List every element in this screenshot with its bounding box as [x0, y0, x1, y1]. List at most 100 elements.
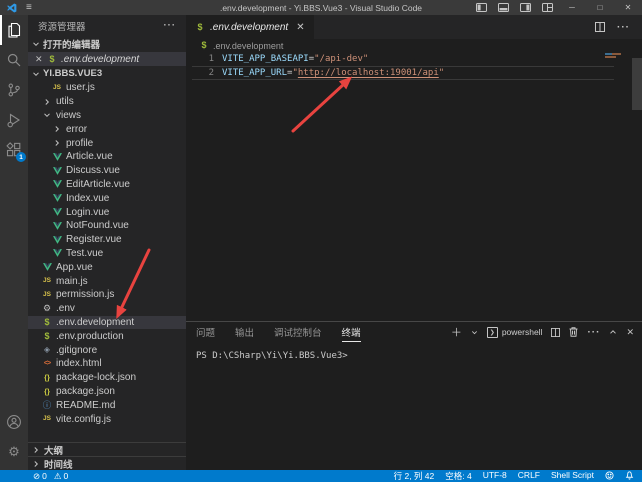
notifications-bell-icon[interactable] [625, 470, 634, 482]
tree-item-editarticle-vue[interactable]: EditArticle.vue [28, 178, 186, 192]
close-icon[interactable]: ✕ [35, 54, 43, 65]
explorer-more-icon[interactable]: ··· [164, 20, 177, 31]
tree-item-readme-md[interactable]: ⓘREADME.md [28, 398, 186, 412]
tree-item-index-html[interactable]: <>index.html [28, 357, 186, 371]
tree-item-label: Login.vue [66, 207, 109, 218]
tree-item-article-vue[interactable]: Article.vue [28, 150, 186, 164]
tree-item-views[interactable]: views [28, 109, 186, 123]
status-item-2-42[interactable]: 行 2, 列 42 [394, 470, 435, 482]
panel-tab-[interactable]: 终端 [342, 322, 361, 342]
editor-scrollbar[interactable] [632, 58, 642, 110]
tree-item-env-development[interactable]: $.env.development [28, 316, 186, 330]
timeline-section-header[interactable]: 时间线 [28, 456, 186, 470]
feedback-icon[interactable] [605, 471, 614, 482]
tree-item-user-js[interactable]: JSuser.js [28, 81, 186, 95]
tree-item-test-vue[interactable]: Test.vue [28, 247, 186, 261]
line-number: 1 [186, 54, 222, 64]
tree-item-gitignore[interactable]: ◈.gitignore [28, 343, 186, 357]
extensions-icon[interactable]: 1 [0, 135, 28, 165]
vue-icon [52, 222, 62, 230]
source-control-icon[interactable] [0, 75, 28, 105]
customize-layout-icon[interactable] [536, 0, 558, 15]
tree-item-utils[interactable]: utils [28, 95, 186, 109]
tree-item-profile[interactable]: profile [28, 136, 186, 150]
project-root-header[interactable]: YI.BBS.VUE3 [28, 66, 186, 81]
tree-item-label: package.json [56, 386, 115, 397]
panel-tab-[interactable]: 输出 [235, 322, 254, 342]
maximize-button[interactable]: □ [586, 0, 614, 15]
minimize-button[interactable]: ─ [558, 0, 586, 15]
panel-tabs-container: 问题输出调试控制台终端 [186, 322, 371, 342]
kill-terminal-trash-icon[interactable] [569, 327, 578, 337]
status-item-4[interactable]: 空格: 4 [445, 470, 471, 482]
tree-item-label: package-lock.json [56, 372, 136, 383]
tab-env-development[interactable]: $ .env.development ✕ [186, 15, 314, 39]
terminal-instance-powershell[interactable]: ❯ powershell [487, 327, 543, 338]
editor-more-actions-icon[interactable]: ··· [617, 22, 630, 33]
tree-item-login-vue[interactable]: Login.vue [28, 205, 186, 219]
chevron-right-icon [31, 446, 41, 454]
vscode-window: ≡ .env.development - Yi.BBS.Vue3 - Visua… [0, 0, 642, 482]
open-editor-item[interactable]: ✕ $ .env.development [28, 52, 186, 66]
split-editor-icon[interactable] [595, 22, 605, 32]
code-lines: 1VITE_APP_BASEAPI="/api-dev"2VITE_APP_UR… [186, 52, 642, 80]
status-item-crlf[interactable]: CRLF [518, 470, 540, 482]
minimap[interactable] [605, 52, 629, 92]
code-line-1[interactable]: 1VITE_APP_BASEAPI="/api-dev" [186, 52, 642, 66]
dollar-icon: $ [42, 318, 52, 327]
gear-icon: ⚙ [42, 304, 52, 313]
tree-item-permission-js[interactable]: JSpermission.js [28, 288, 186, 302]
new-terminal-icon[interactable]: ＋ [451, 324, 462, 340]
maximize-panel-icon[interactable] [609, 328, 617, 336]
open-editor-label: .env.development [61, 54, 139, 65]
open-editors-header[interactable]: 打开的编辑器 [28, 36, 186, 52]
chevron-right-icon [31, 460, 41, 468]
tree-item-discuss-vue[interactable]: Discuss.vue [28, 164, 186, 178]
vue-icon [42, 263, 52, 271]
toggle-panel-icon[interactable] [492, 0, 514, 15]
tree-item-register-vue[interactable]: Register.vue [28, 233, 186, 247]
split-terminal-icon[interactable] [551, 328, 560, 337]
toggle-primary-sidebar-icon[interactable] [470, 0, 492, 15]
tab-close-icon[interactable]: ✕ [296, 22, 304, 33]
status-item-shell-script[interactable]: Shell Script [551, 470, 594, 482]
tree-item-env[interactable]: ⚙.env [28, 302, 186, 316]
tree-item-vite-config-js[interactable]: JSvite.config.js [28, 412, 186, 426]
tree-item-package-lock-json[interactable]: {}package-lock.json [28, 371, 186, 385]
chevron-down-icon [42, 111, 52, 119]
panel-tab-[interactable]: 问题 [196, 322, 215, 342]
tree-item-notfound-vue[interactable]: NotFound.vue [28, 219, 186, 233]
close-panel-icon[interactable]: ✕ [626, 327, 634, 338]
panel-more-actions-icon[interactable]: ··· [587, 327, 600, 338]
explorer-icon[interactable] [0, 15, 28, 45]
accounts-icon[interactable] [0, 407, 28, 437]
vue-icon [52, 153, 62, 161]
manage-gear-icon[interactable]: ⚙ [0, 437, 28, 467]
tree-item-main-js[interactable]: JSmain.js [28, 274, 186, 288]
status-item-utf-8[interactable]: UTF-8 [483, 470, 507, 482]
terminal-dropdown-icon[interactable] [471, 329, 478, 336]
tree-item-package-json[interactable]: {} package.json [28, 385, 186, 399]
breadcrumb[interactable]: $ .env.development [186, 39, 642, 52]
tree-item-index-vue[interactable]: Index.vue [28, 191, 186, 205]
code-line-2[interactable]: 2VITE_APP_URL="http://localhost:19001/ap… [186, 66, 642, 80]
dollar-icon: $ [47, 55, 57, 64]
braces-icon: {} [42, 388, 52, 396]
terminal-output[interactable]: PS D:\CSharp\Yi\Yi.BBS.Vue3> [186, 342, 642, 361]
tree-item-error[interactable]: error [28, 122, 186, 136]
extensions-badge: 1 [16, 152, 26, 162]
run-debug-icon[interactable] [0, 105, 28, 135]
code-editor[interactable]: 1VITE_APP_BASEAPI="/api-dev"2VITE_APP_UR… [186, 52, 642, 321]
search-icon[interactable] [0, 45, 28, 75]
outline-section-header[interactable]: 大纲 [28, 442, 186, 456]
close-button[interactable]: ✕ [614, 0, 642, 15]
toggle-secondary-sidebar-icon[interactable] [514, 0, 536, 15]
info-icon: ⓘ [42, 401, 52, 410]
tree-item-label: Article.vue [66, 151, 113, 162]
menu-icon[interactable]: ≡ [26, 3, 32, 13]
problems-status[interactable]: ⊘ 0 ⚠ 0 [33, 471, 68, 482]
panel-tab-[interactable]: 调试控制台 [274, 322, 322, 342]
tree-item-label: EditArticle.vue [66, 179, 130, 190]
tree-item-app-vue[interactable]: App.vue [28, 260, 186, 274]
tree-item-env-production[interactable]: $.env.production [28, 329, 186, 343]
